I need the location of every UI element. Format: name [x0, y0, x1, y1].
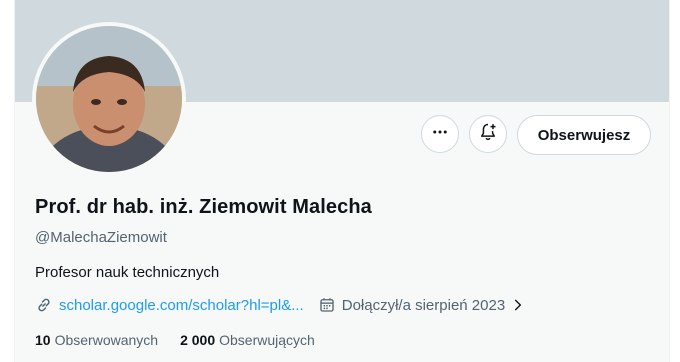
profile-card: Obserwujesz Prof. dr hab. inż. Ziemowit … [14, 0, 670, 362]
more-button[interactable] [421, 115, 459, 153]
profile-website-link[interactable]: scholar.google.com/scholar?hl=pl&... [59, 297, 304, 314]
profile-bio: Profesor nauk technicznych [35, 264, 220, 281]
following-count-link[interactable]: 10 Obserwowanych [35, 332, 158, 348]
followers-count: 2 000 [180, 332, 216, 348]
profile-name: Prof. dr hab. inż. Ziemowit Malecha [35, 196, 372, 218]
avatar-photo [36, 26, 182, 172]
notifications-button[interactable] [469, 115, 507, 153]
followers-count-link[interactable]: 2 000 Obserwujących [180, 332, 315, 348]
chevron-right-icon[interactable] [511, 298, 525, 312]
following-count: 10 [35, 332, 51, 348]
followers-label: Obserwujących [219, 332, 315, 348]
profile-handle: @MalechaZiemowit [35, 229, 167, 246]
profile-meta: scholar.google.com/scholar?hl=pl&... Doł… [35, 295, 525, 315]
following-button-label: Obserwujesz [537, 126, 631, 144]
following-label: Obserwowanych [54, 332, 159, 348]
following-button[interactable]: Obserwujesz [517, 115, 651, 155]
profile-joined-date: Dołączył/a sierpień 2023 [341, 296, 506, 314]
more-icon [431, 123, 449, 146]
profile-stats: 10 Obserwowanych 2 000 Obserwujących [35, 332, 315, 348]
link-icon [35, 296, 53, 314]
calendar-icon [318, 296, 336, 314]
profile-avatar[interactable] [32, 22, 186, 176]
notification-bell-plus-icon [478, 122, 498, 147]
